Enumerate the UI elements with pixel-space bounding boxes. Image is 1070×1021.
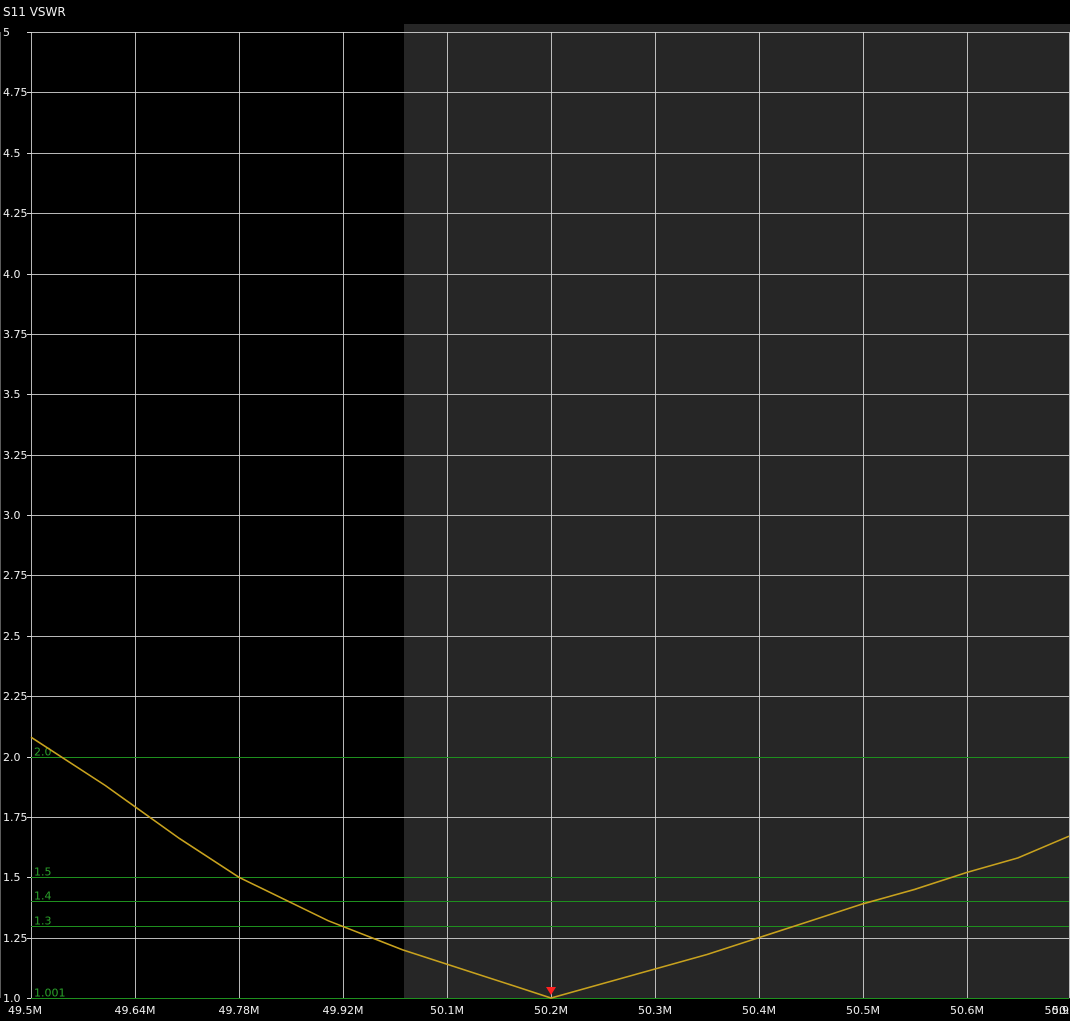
x-tick-label: 50.4M xyxy=(742,1004,776,1017)
y-tick-label: 4.75 xyxy=(3,86,28,99)
x-tick-label: 49.78M xyxy=(219,1004,260,1017)
reference-line-label: 1.5 xyxy=(34,866,52,879)
y-tick-label: 2.5 xyxy=(3,630,21,643)
highlight-band xyxy=(404,24,1070,999)
x-tick-label: 50.5M xyxy=(846,1004,880,1017)
y-tick-label: 3.75 xyxy=(3,328,28,341)
x-tick-label: 49.64M xyxy=(115,1004,156,1017)
y-tick-label: 4.0 xyxy=(3,268,21,281)
y-tick-label: 3.25 xyxy=(3,449,28,462)
x-tick-label: 50.6M xyxy=(950,1004,984,1017)
x-tick-label: 50.9 xyxy=(1045,1004,1070,1017)
y-tick-label: 2.0 xyxy=(3,751,21,764)
reference-line-label: 1.4 xyxy=(34,890,52,903)
x-tick-label: 50.2M xyxy=(534,1004,568,1017)
vswr-chart[interactable]: 2.01.51.41.31.001 1.01.251.51.752.02.252… xyxy=(0,0,1070,1021)
x-tick-label: 49.5M xyxy=(8,1004,42,1017)
highlight-band-layer xyxy=(404,24,1070,999)
y-tick-label: 1.5 xyxy=(3,871,21,884)
chart-window: S11 VSWR 2.0 1.5 1.4 1.3 1.001 1.0 1.25 1.5 1.7… xyxy=(0,0,1070,1021)
y-tick-label: 1.25 xyxy=(3,932,28,945)
reference-line-label: 1.3 xyxy=(34,915,52,928)
y-tick-label: 5 xyxy=(3,26,10,39)
y-tick-label: 3.0 xyxy=(3,509,21,522)
reference-line-label: 2.0 xyxy=(34,746,52,759)
x-tick-label: 50.1M xyxy=(430,1004,464,1017)
y-tick-label: 4.25 xyxy=(3,207,28,220)
x-tick-label: 50.3M xyxy=(638,1004,672,1017)
x-tick-label: 49.92M xyxy=(323,1004,364,1017)
reference-line-label: 1.001 xyxy=(34,987,66,1000)
y-tick-label: 4.5 xyxy=(3,147,21,160)
y-tick-label: 3.5 xyxy=(3,388,21,401)
y-tick-label: 2.75 xyxy=(3,569,28,582)
y-tick-label: 1.75 xyxy=(3,811,28,824)
y-tick-label: 2.25 xyxy=(3,690,28,703)
